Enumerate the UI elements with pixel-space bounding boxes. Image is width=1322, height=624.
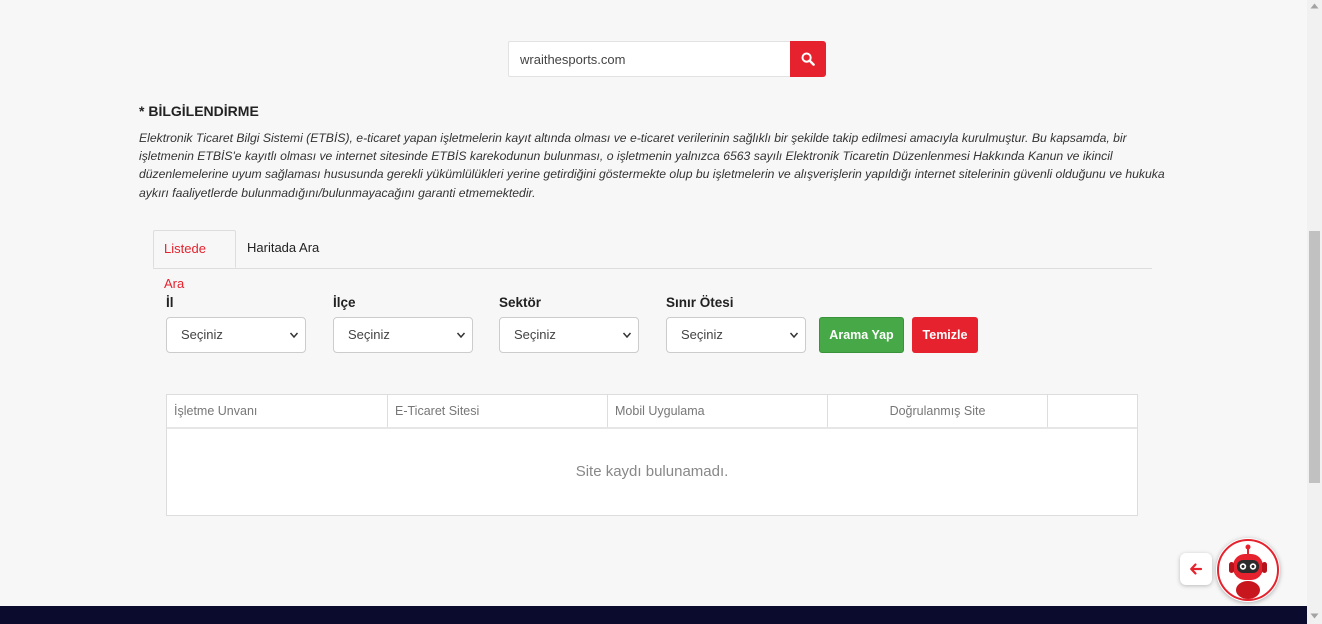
sector-select-value: Seçiniz xyxy=(514,327,556,342)
info-text: Elektronik Ticaret Bilgi Sistemi (ETBİS)… xyxy=(139,131,1165,200)
province-select[interactable]: Seçiniz xyxy=(166,317,306,353)
page: * BİLGİLENDİRME Elektronik Ticaret Bilgi… xyxy=(0,0,1307,606)
scroll-up-arrow-icon[interactable] xyxy=(1309,2,1320,10)
results-table: İşletme Unvanı E-Ticaret Sitesi Mobil Uy… xyxy=(166,394,1138,516)
search-bar xyxy=(508,41,826,77)
info-title: * BİLGİLENDİRME xyxy=(139,103,259,119)
scroll-down-arrow-icon[interactable] xyxy=(1309,612,1320,620)
chatbot-button[interactable] xyxy=(1216,538,1280,602)
chevron-down-icon xyxy=(456,332,466,339)
column-header-actions xyxy=(1048,395,1137,427)
chevron-down-icon xyxy=(622,332,632,339)
tab-map-search[interactable]: Haritada Ara xyxy=(237,230,329,267)
search-button[interactable] xyxy=(790,41,826,77)
search-icon xyxy=(801,52,815,66)
column-header-business-name[interactable]: İşletme Unvanı xyxy=(167,395,388,427)
column-header-ecommerce-site[interactable]: E-Ticaret Sitesi xyxy=(388,395,608,427)
search-submit-button[interactable]: Arama Yap xyxy=(819,317,904,353)
tab-list-search[interactable]: Listede Ara xyxy=(153,230,236,291)
sector-label: Sektör xyxy=(499,295,542,310)
district-select[interactable]: Seçiniz xyxy=(333,317,473,353)
table-header: İşletme Unvanı E-Ticaret Sitesi Mobil Uy… xyxy=(167,395,1137,429)
district-label: İlçe xyxy=(333,295,356,310)
arrow-left-icon xyxy=(1190,563,1203,575)
province-select-value: Seçiniz xyxy=(181,327,223,342)
province-label: İl xyxy=(166,295,174,310)
search-tabs: Listede Ara Haritada Ara xyxy=(153,230,1152,291)
cross-border-select-value: Seçiniz xyxy=(681,327,723,342)
clear-button[interactable]: Temizle xyxy=(912,317,978,353)
back-button[interactable] xyxy=(1180,553,1212,585)
empty-table-message: Site kaydı bulunamadı. xyxy=(575,463,729,480)
column-header-verified-site[interactable]: Doğrulanmış Site xyxy=(828,395,1048,427)
search-input[interactable] xyxy=(508,41,790,77)
cross-border-label: Sınır Ötesi xyxy=(666,295,734,310)
footer xyxy=(0,606,1307,624)
column-header-mobile-app[interactable]: Mobil Uygulama xyxy=(608,395,828,427)
chevron-down-icon xyxy=(289,332,299,339)
cross-border-select[interactable]: Seçiniz xyxy=(666,317,806,353)
scrollbar-thumb[interactable] xyxy=(1309,231,1320,483)
district-select-value: Seçiniz xyxy=(348,327,390,342)
sector-select[interactable]: Seçiniz xyxy=(499,317,639,353)
robot-assistant-icon xyxy=(1217,539,1279,601)
chevron-down-icon xyxy=(789,332,799,339)
